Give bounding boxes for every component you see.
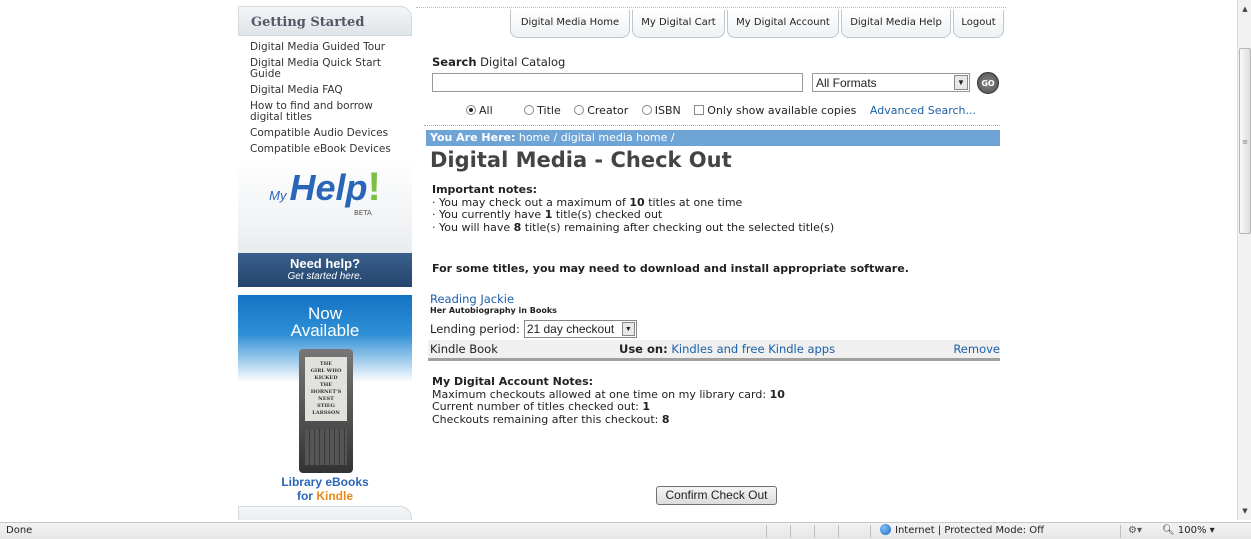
divider <box>424 125 1000 126</box>
checkbox-icon[interactable] <box>694 105 705 115</box>
software-note: For some titles, you may need to downloa… <box>432 262 909 275</box>
format-select[interactable]: All Formats ▼ <box>812 73 970 92</box>
status-divider <box>870 525 871 538</box>
confirm-checkout-button[interactable]: Confirm Check Out <box>656 486 777 505</box>
next-sidebar-box-heading <box>238 506 412 520</box>
format-select-value: All Formats <box>816 76 877 90</box>
vertical-scrollbar[interactable]: ▲ ≡ ▼ <box>1237 0 1251 520</box>
myhelp-logo: My Help! <box>269 165 381 209</box>
kindle-keyboard <box>305 429 347 465</box>
sidebar: Getting Started Digital Media Guided Tou… <box>238 6 412 520</box>
available-only-checkbox[interactable]: Only show available copies <box>694 104 856 117</box>
sidebar-link-faq[interactable]: Digital Media FAQ <box>250 85 404 96</box>
item-format-row: Kindle Book Use on: Kindles and free Kin… <box>428 340 1000 361</box>
radio-icon[interactable] <box>641 105 652 115</box>
search-label: Search Digital Catalog <box>432 55 566 69</box>
account-remaining: Checkouts remaining after this checkout:… <box>432 412 670 426</box>
status-divider <box>814 525 815 538</box>
status-divider <box>838 525 839 538</box>
scroll-down-icon[interactable]: ▼ <box>1238 504 1251 518</box>
tab-my-digital-account[interactable]: My Digital Account <box>727 10 839 38</box>
lending-period-label: Lending period: <box>430 322 520 336</box>
protected-mode-icon[interactable]: ⚙▾ <box>1128 523 1142 539</box>
search-options: All Title Creator ISBN Only show availab… <box>466 104 976 117</box>
beta-label: BETA <box>354 209 372 217</box>
status-divider <box>1120 525 1121 538</box>
radio-selected-icon[interactable] <box>466 105 476 115</box>
radio-creator[interactable]: Creator <box>574 104 628 117</box>
go-button[interactable]: GO <box>977 72 999 94</box>
dropdown-arrow-icon[interactable]: ▼ <box>954 75 968 90</box>
zoom-magnifier-icon: 🔍︎ <box>1162 525 1175 536</box>
important-notes: Important notes: · You may check out a m… <box>432 183 835 234</box>
dropdown-arrow-icon[interactable]: ▼ <box>621 322 635 336</box>
kindle-screen: THE GIRL WHO KICKED THE HORNET'S NEST ST… <box>305 357 347 421</box>
radio-icon[interactable] <box>524 105 535 115</box>
breadcrumb-path[interactable]: home / digital media home / <box>515 131 675 144</box>
breadcrumb: You Are Here: home / digital media home … <box>426 130 1000 146</box>
radio-icon[interactable] <box>574 105 585 115</box>
sidebar-link-guided-tour[interactable]: Digital Media Guided Tour <box>250 42 404 53</box>
kindle-ad-banner[interactable]: Now Available THE GIRL WHO KICKED THE HO… <box>238 295 412 513</box>
zoom-control[interactable]: 🔍︎ 100% ▾ <box>1162 523 1215 539</box>
getting-started-links: Digital Media Guided Tour Digital Media … <box>238 36 412 155</box>
lending-period-row: Lending period: 21 day checkout ▼ <box>430 320 637 338</box>
search-input[interactable] <box>432 73 803 92</box>
status-divider <box>790 525 791 538</box>
radio-isbn[interactable]: ISBN <box>641 104 681 117</box>
need-help-text: Need help? <box>289 256 361 271</box>
globe-icon <box>880 524 891 535</box>
book-title-link[interactable]: Reading Jackie <box>430 292 514 306</box>
now-available-text: Now Available <box>290 304 360 340</box>
library-ebooks-for-kindle-text: Library eBooks for Kindle <box>281 475 369 503</box>
tab-digital-media-home[interactable]: Digital Media Home <box>510 10 630 38</box>
sidebar-link-how-to-borrow[interactable]: How to find and borrow digital titles <box>250 101 404 123</box>
top-nav-dotline <box>416 0 1006 8</box>
advanced-search-link[interactable]: Advanced Search... <box>870 104 976 117</box>
item-format: Kindle Book <box>430 342 498 356</box>
account-notes: My Digital Account Notes: Maximum checko… <box>432 375 785 426</box>
sidebar-link-quick-start[interactable]: Digital Media Quick Start Guide <box>250 58 404 80</box>
item-use-on: Use on: Kindles and free Kindle apps <box>619 342 836 356</box>
tab-my-digital-cart[interactable]: My Digital Cart <box>632 10 725 38</box>
browser-status-bar: Done Internet | Protected Mode: Off ⚙▾ 🔍… <box>0 522 1251 539</box>
sidebar-link-ebook-devices[interactable]: Compatible eBook Devices <box>250 144 404 155</box>
myhelp-banner[interactable]: My Help! BETA <box>238 161 412 253</box>
sidebar-link-audio-devices[interactable]: Compatible Audio Devices <box>250 128 404 139</box>
radio-title[interactable]: Title <box>524 104 561 117</box>
radio-all[interactable]: All <box>466 104 493 117</box>
book-subtitle: Her Autobiography in Books <box>430 306 557 315</box>
tab-digital-media-help[interactable]: Digital Media Help <box>841 10 951 38</box>
remove-link[interactable]: Remove <box>953 340 1000 358</box>
scroll-up-icon[interactable]: ▲ <box>1238 2 1251 16</box>
page-title: Digital Media - Check Out <box>430 148 732 172</box>
use-on-link[interactable]: Kindles and free Kindle apps <box>668 342 835 356</box>
lending-period-select[interactable]: 21 day checkout ▼ <box>523 320 637 338</box>
status-text: Done <box>6 525 33 536</box>
note-remaining: · You will have 8 title(s) remaining aft… <box>432 220 835 234</box>
tab-logout[interactable]: Logout <box>953 10 1004 38</box>
getting-started-heading: Getting Started <box>238 6 412 36</box>
kindle-device-image: THE GIRL WHO KICKED THE HORNET'S NEST ST… <box>299 349 353 473</box>
get-started-text: Get started here. <box>287 271 363 282</box>
scroll-thumb[interactable]: ≡ <box>1239 48 1251 234</box>
lending-period-value: 21 day checkout <box>526 322 615 336</box>
status-divider <box>766 525 767 538</box>
need-help-banner[interactable]: Need help? Get started here. <box>238 253 412 287</box>
security-zone[interactable]: Internet | Protected Mode: Off <box>880 523 1044 539</box>
